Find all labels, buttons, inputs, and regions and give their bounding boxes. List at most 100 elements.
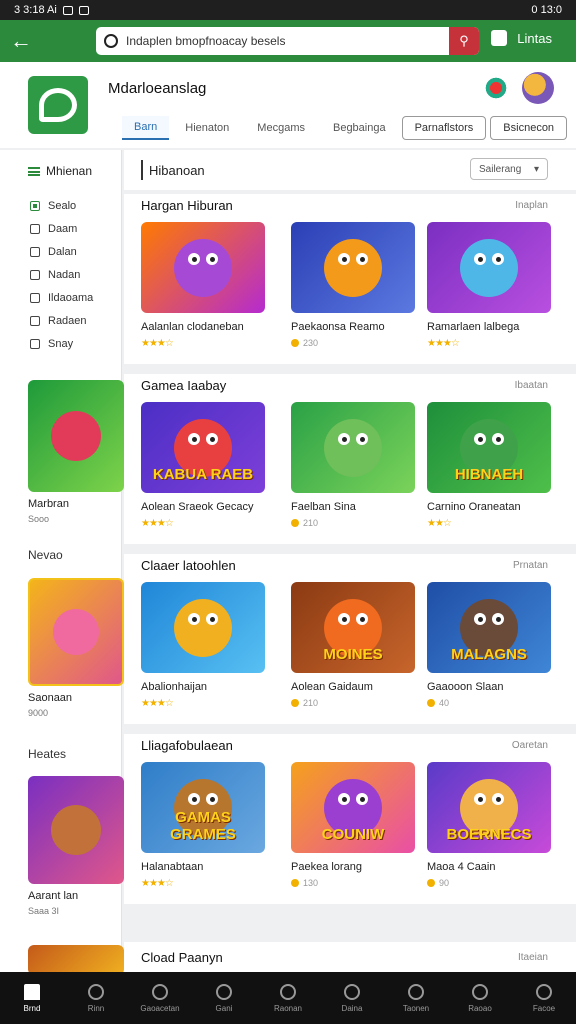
nav-label: Taonen bbox=[402, 1003, 430, 1013]
search-input[interactable]: Indaplen bmopfnoacay besels ⚲ bbox=[96, 27, 479, 55]
game-name: Maoa 4 Caain bbox=[427, 861, 496, 873]
game-card[interactable]: HIBNAEH Carnino Oraneatan ★★☆ bbox=[427, 402, 551, 529]
section-title: Lliagafobulaean bbox=[141, 738, 233, 753]
back-arrow-icon[interactable]: ← bbox=[10, 28, 50, 54]
checkbox-icon[interactable] bbox=[30, 223, 40, 234]
game-section: Gamea Iaabay Ibaatan KABUA RAEB Aolean Srae… bbox=[124, 374, 576, 544]
flower-icon[interactable] bbox=[484, 76, 508, 100]
tab-5[interactable]: Bsicnecon bbox=[490, 116, 568, 140]
nav-item-5[interactable]: Daina bbox=[322, 983, 382, 1013]
search-button[interactable]: ⚲ bbox=[449, 27, 479, 55]
sidebar-item[interactable]: Snay bbox=[30, 332, 93, 355]
game-banner-text: BOERNECS bbox=[446, 826, 532, 843]
game-rating: 130 bbox=[291, 878, 415, 888]
game-name: Marbran bbox=[28, 498, 69, 510]
nav-item-1[interactable]: Rinn bbox=[66, 983, 126, 1013]
tab-1[interactable]: Hienaton bbox=[173, 116, 241, 140]
game-rating: ★★★☆ bbox=[141, 698, 265, 709]
game-banner-text: KABUA RAEB bbox=[152, 466, 254, 483]
nav-item-6[interactable]: Taonen bbox=[386, 983, 446, 1013]
game-card[interactable]: KABUA RAEB Aolean Sraeok Gecacy ★★★☆ bbox=[141, 402, 265, 529]
sidebar-item[interactable]: Daam bbox=[30, 217, 93, 240]
game-name: Paekea lorang bbox=[291, 861, 362, 873]
game-name: Aolean Gaidaum bbox=[291, 681, 373, 693]
section-more-link[interactable]: Inaplan bbox=[515, 200, 548, 211]
tab-2[interactable]: Mecgams bbox=[245, 116, 317, 140]
section-more-link[interactable]: Ibaatan bbox=[515, 380, 548, 391]
tab-4[interactable]: Parnaflstors bbox=[401, 116, 487, 140]
nav-item-2[interactable]: Gaoacetan bbox=[130, 983, 190, 1013]
category-chip[interactable]: Hibanoan bbox=[141, 160, 211, 180]
game-name: Abalionhaijan bbox=[141, 681, 208, 693]
game-card[interactable]: MALAGNS Gaaooon Slaan 40 bbox=[427, 582, 551, 708]
game-rating: ★★★☆ bbox=[427, 338, 551, 349]
section-more-link[interactable]: Prnatan bbox=[513, 560, 548, 571]
sidebar-item[interactable]: Dalan bbox=[30, 240, 93, 263]
game-card[interactable]: Aalanlan clodaneban ★★★☆ bbox=[141, 222, 265, 349]
sidebar-item[interactable]: Nadan bbox=[30, 263, 93, 286]
sidebar-heading[interactable]: Mhienan bbox=[28, 164, 92, 178]
game-card[interactable]: Paekaonsa Reamo 230 bbox=[291, 222, 415, 348]
sidebar-item[interactable]: Sealo bbox=[30, 194, 93, 217]
sidebar-item[interactable]: Radaen bbox=[30, 309, 93, 332]
game-meta: 230 bbox=[303, 338, 319, 348]
sidebar-game-card[interactable] bbox=[28, 945, 124, 975]
coin-icon bbox=[291, 699, 299, 707]
tab-3[interactable]: Begbainga bbox=[321, 116, 398, 140]
section-more-link[interactable]: Oaretan bbox=[512, 740, 548, 751]
tab-bar: Barn Hienaton Mecgams Begbainga Parnaflstors… bbox=[122, 116, 568, 140]
game-rating: 90 bbox=[427, 878, 551, 888]
checkbox-icon[interactable] bbox=[30, 292, 40, 303]
main-content: Hibanoan Sailerang ▾ Cload Paanyn Itaeia… bbox=[124, 150, 576, 972]
game-banner-text: GAMAS GRAMES bbox=[170, 809, 236, 843]
game-thumbnail bbox=[291, 402, 415, 493]
bottom-navigation: Brnd Rinn Gaoacetan Gani Raonan Daina Taonen Ra… bbox=[0, 972, 576, 1024]
game-rating: ★★★☆ bbox=[141, 338, 265, 349]
game-card[interactable]: Ramarlaen lalbega ★★★☆ bbox=[427, 222, 551, 349]
game-rating: ★★★☆ bbox=[141, 878, 265, 889]
checkbox-icon[interactable] bbox=[30, 315, 40, 326]
game-banner-text: COUNIW bbox=[321, 826, 385, 843]
game-banner-text: MOINES bbox=[323, 646, 383, 663]
coin-icon bbox=[427, 879, 435, 887]
nav-item-8[interactable]: Facoe bbox=[514, 983, 574, 1013]
star-rating-icon: ★★☆ bbox=[427, 518, 452, 529]
sidebar-game-card[interactable]: Saonaan 9000 bbox=[28, 578, 124, 718]
game-banner-text: MALAGNS bbox=[451, 646, 527, 663]
nav-item-0[interactable]: Brnd bbox=[2, 983, 62, 1013]
section-title: Hargan Hiburan bbox=[141, 198, 233, 213]
section-more-link[interactable]: Itaeian bbox=[518, 952, 548, 963]
nav-item-3[interactable]: Gani bbox=[194, 983, 254, 1013]
character-art bbox=[324, 238, 382, 297]
nav-label: Rinn bbox=[87, 1003, 105, 1013]
section-title: Cload Paanyn bbox=[141, 950, 223, 965]
sidebar-game-card[interactable]: Marbran Sooo bbox=[28, 380, 124, 524]
sidebar-item-label: Daam bbox=[48, 222, 78, 235]
checkbox-icon[interactable] bbox=[30, 338, 40, 349]
nav-item-7[interactable]: Raoao bbox=[450, 983, 510, 1013]
search-icon bbox=[104, 34, 118, 48]
character-art bbox=[174, 238, 232, 297]
nav-label: Gani bbox=[215, 1003, 233, 1013]
game-card[interactable]: MOINES Aolean Gaidaum 210 bbox=[291, 582, 415, 708]
game-card[interactable]: BOERNECS Maoa 4 Caain 90 bbox=[427, 762, 551, 888]
game-card[interactable]: Abalionhaijan ★★★☆ bbox=[141, 582, 265, 709]
nav-item-4[interactable]: Raonan bbox=[258, 983, 318, 1013]
checkbox-icon[interactable] bbox=[30, 246, 40, 257]
checkbox-icon[interactable] bbox=[30, 200, 40, 211]
sidebar-game-card[interactable]: Aarant lan Saaa 3I bbox=[28, 776, 124, 916]
sidebar-item[interactable]: Ildaoama bbox=[30, 286, 93, 309]
game-card[interactable]: GAMAS GRAMES Halanabtaan ★★★☆ bbox=[141, 762, 265, 889]
game-card[interactable]: COUNIW Paekea lorang 130 bbox=[291, 762, 415, 888]
game-name: Paekaonsa Reamo bbox=[291, 321, 385, 333]
checkbox-icon[interactable] bbox=[30, 269, 40, 280]
home-icon bbox=[24, 983, 40, 1000]
tab-0[interactable]: Barn bbox=[122, 116, 170, 140]
game-card[interactable]: Faelban Sina 210 bbox=[291, 402, 415, 528]
top-action-button[interactable]: Lintas bbox=[491, 30, 552, 46]
sort-dropdown[interactable]: Sailerang ▾ bbox=[470, 158, 548, 180]
section-title: Claaer latoohlen bbox=[141, 558, 236, 573]
star-rating-icon: ★★★☆ bbox=[141, 698, 174, 709]
avatar[interactable] bbox=[522, 72, 554, 104]
nav-icon bbox=[88, 983, 104, 1000]
